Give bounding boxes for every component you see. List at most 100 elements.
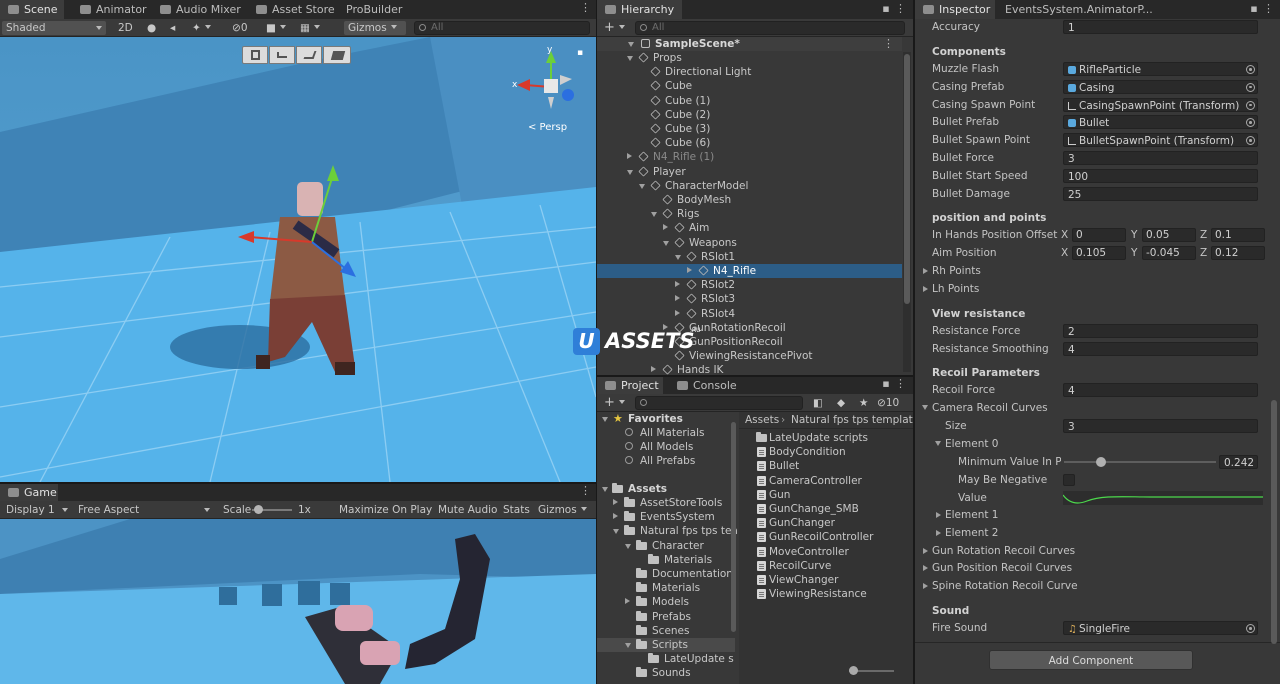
- hierarchy-item[interactable]: Rigs: [597, 207, 902, 221]
- foldout-arrow[interactable]: [627, 153, 632, 160]
- face-tool-button[interactable]: [323, 46, 351, 64]
- tab-project[interactable]: Project: [597, 377, 663, 394]
- tab-audio-mixer[interactable]: Audio Mixer: [152, 0, 247, 19]
- file-item[interactable]: BodyCondition: [739, 445, 911, 459]
- foldout-arrow[interactable]: [675, 309, 680, 316]
- search-by-label-icon[interactable]: ◆: [833, 396, 849, 410]
- element0-foldout[interactable]: Element 0: [915, 436, 1270, 452]
- hierarchy-item[interactable]: N4_Rifle: [597, 264, 902, 278]
- favorites-header[interactable]: ★ Favorites: [597, 412, 735, 426]
- scale-slider[interactable]: [252, 505, 292, 514]
- shading-mode-dropdown[interactable]: Shaded: [2, 21, 106, 35]
- object-picker-icon[interactable]: [1246, 118, 1255, 128]
- hand-tool-button[interactable]: [242, 46, 268, 64]
- foldout-arrow[interactable]: [663, 240, 669, 246]
- project-folder-item[interactable]: Materials: [597, 581, 735, 595]
- foldout-arrow[interactable]: [651, 366, 656, 373]
- foldout-arrow[interactable]: [687, 267, 692, 273]
- scene-menu-icon[interactable]: ⋮: [580, 2, 591, 16]
- 2d-toggle[interactable]: 2D: [114, 21, 137, 35]
- breadcrumb-assets[interactable]: Assets: [745, 412, 779, 428]
- project-folder-item[interactable]: Scripts: [597, 638, 735, 652]
- project-search-input[interactable]: [635, 396, 803, 410]
- foldout-arrow[interactable]: [923, 268, 928, 274]
- hierarchy-scene-row[interactable]: SampleScene* ⋮: [597, 37, 902, 51]
- hierarchy-item[interactable]: RSlot1: [597, 250, 902, 264]
- hierarchy-item[interactable]: Directional Light: [597, 65, 902, 79]
- number-field[interactable]: 3: [1063, 151, 1258, 165]
- project-folder-item[interactable]: Natural fps tps tea: [597, 524, 738, 538]
- recoil-force-field[interactable]: 4: [1063, 383, 1258, 397]
- file-item[interactable]: RecoilCurve: [739, 559, 911, 573]
- create-button[interactable]: +: [600, 21, 629, 35]
- file-item[interactable]: ViewingResistance: [739, 587, 911, 601]
- slider-thumb[interactable]: [1095, 457, 1106, 467]
- tab-console[interactable]: Console: [669, 377, 743, 394]
- tab-hierarchy[interactable]: Hierarchy: [597, 0, 682, 19]
- favorite-item[interactable]: All Models: [597, 440, 735, 454]
- foldout-arrow[interactable]: [923, 286, 928, 292]
- project-folder-item[interactable]: Scenes: [597, 624, 735, 638]
- number-field[interactable]: 25: [1063, 186, 1258, 201]
- game-gizmos-dropdown[interactable]: Gizmos: [534, 503, 594, 517]
- file-item[interactable]: Bullet: [739, 459, 911, 473]
- hierarchy-item[interactable]: RSlot3: [597, 292, 902, 306]
- hierarchy-menu-icon[interactable]: ⋮: [895, 3, 906, 17]
- add-component-button[interactable]: Add Component: [989, 650, 1193, 670]
- foldout-arrow[interactable]: [627, 56, 633, 61]
- audio-toggle-icon[interactable]: ◂: [166, 21, 179, 35]
- file-item[interactable]: CameraController: [739, 474, 911, 488]
- project-folder-item[interactable]: Models: [597, 595, 735, 609]
- icon-size-thumb[interactable]: [849, 666, 858, 675]
- foldout-arrow[interactable]: [923, 548, 928, 554]
- gun-position-curves-foldout[interactable]: Gun Position Recoil Curves: [915, 560, 1270, 576]
- scene-search-input[interactable]: All: [414, 21, 590, 35]
- min-value-field[interactable]: 0.242: [1219, 455, 1258, 469]
- hierarchy-item[interactable]: Hands IK: [597, 363, 902, 375]
- x-value[interactable]: 0: [1072, 228, 1126, 242]
- foldout-arrow[interactable]: [602, 487, 608, 492]
- grid-toggle-icon[interactable]: ▦: [296, 21, 324, 35]
- hierarchy-item[interactable]: BodyMesh: [597, 193, 902, 207]
- hierarchy-item[interactable]: Cube (2): [597, 108, 902, 122]
- foldout-arrow[interactable]: [627, 169, 633, 175]
- min-value-slider[interactable]: [1064, 457, 1216, 467]
- favorite-item[interactable]: All Materials: [597, 426, 735, 440]
- foldout-arrow[interactable]: [923, 565, 928, 571]
- foldout-arrow[interactable]: [613, 513, 618, 520]
- project-folder-item[interactable]: Materials: [597, 553, 735, 567]
- hierarchy-scrollbar[interactable]: [903, 52, 911, 372]
- tab-animator-events[interactable]: EventsSystem.AnimatorP...: [997, 0, 1159, 19]
- foldout-arrow[interactable]: [663, 224, 668, 231]
- lock-icon[interactable]: ▪: [881, 3, 891, 17]
- effects-toggle-icon[interactable]: ✦: [188, 21, 215, 35]
- may-be-negative-checkbox[interactable]: [1063, 474, 1075, 486]
- x-value[interactable]: 0.105: [1072, 246, 1126, 260]
- hierarchy-item[interactable]: RSlot2: [597, 278, 902, 292]
- project-folder-item[interactable]: Sounds: [597, 666, 735, 680]
- z-value[interactable]: 0.1: [1211, 228, 1265, 242]
- file-item[interactable]: GunChanger: [739, 516, 911, 530]
- element2-foldout[interactable]: Element 2: [915, 525, 1270, 541]
- project-folder-item[interactable]: LateUpdate s: [597, 652, 735, 666]
- y-value[interactable]: 0.05: [1142, 228, 1196, 242]
- hierarchy-item[interactable]: N4_Rifle (1): [597, 150, 902, 164]
- favorite-item[interactable]: All Prefabs: [597, 454, 735, 468]
- file-item[interactable]: GunRecoilController: [739, 530, 911, 544]
- foldout-arrow[interactable]: [613, 529, 619, 535]
- file-item[interactable]: MoveController: [739, 545, 911, 559]
- hierarchy-item[interactable]: Cube (1): [597, 94, 902, 108]
- scrollbar-thumb[interactable]: [1271, 400, 1277, 644]
- camera-settings-icon[interactable]: ■: [262, 21, 290, 35]
- size-field[interactable]: 3: [1063, 419, 1258, 433]
- game-menu-icon[interactable]: ⋮: [580, 485, 591, 499]
- file-item[interactable]: ViewChanger: [739, 573, 911, 587]
- perspective-label[interactable]: < Persp: [528, 122, 567, 133]
- foldout-arrow[interactable]: [628, 42, 634, 47]
- curve-field[interactable]: [1063, 491, 1263, 505]
- fire-sound-field[interactable]: ♫ SingleFire: [1063, 621, 1258, 635]
- hierarchy-item[interactable]: RSlot4: [597, 307, 902, 321]
- gun-rotation-curves-foldout[interactable]: Gun Rotation Recoil Curves: [915, 543, 1270, 559]
- foldout-arrow[interactable]: [613, 499, 618, 505]
- object-reference-field[interactable]: Bullet: [1063, 115, 1258, 130]
